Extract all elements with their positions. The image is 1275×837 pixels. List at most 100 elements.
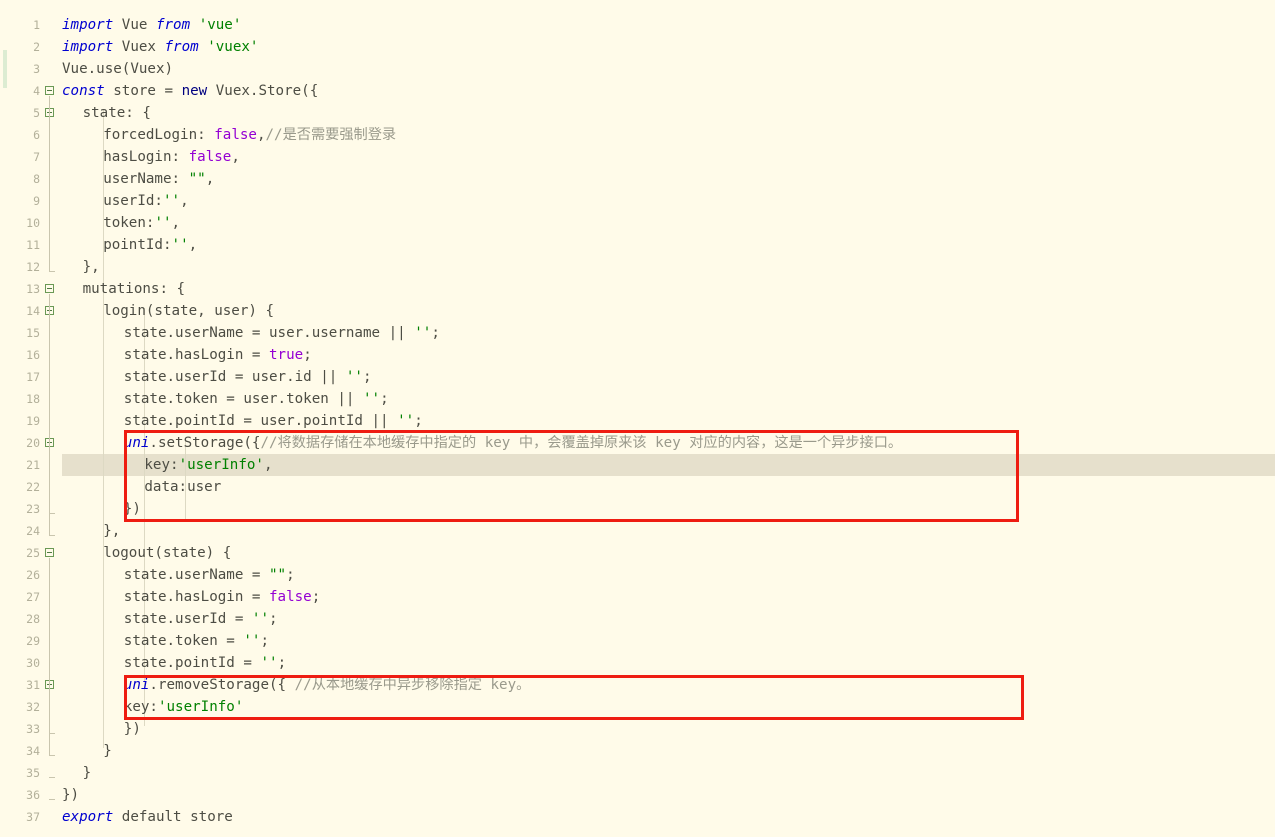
line-number: 7 bbox=[33, 150, 40, 164]
code-line[interactable]: state.pointId = user.pointId || ''; bbox=[62, 410, 1275, 432]
code-line[interactable]: state.userName = ""; bbox=[62, 564, 1275, 586]
code-token-ident: userName: bbox=[103, 171, 189, 187]
code-token-ident: state.pointId = user.pointId || bbox=[123, 413, 398, 429]
line-number: 26 bbox=[26, 568, 40, 582]
fold-end-icon bbox=[49, 777, 55, 778]
code-token-ident: }) bbox=[123, 501, 141, 517]
line-number: 37 bbox=[26, 810, 40, 824]
code-line[interactable]: uni.setStorage({//将数据存储在本地缓存中指定的 key 中，会… bbox=[62, 432, 1275, 454]
code-line[interactable]: }, bbox=[62, 256, 1275, 278]
code-token-kw: import bbox=[62, 39, 114, 55]
code-token-ident: state.hasLogin = bbox=[123, 589, 270, 605]
line-number: 13 bbox=[26, 282, 40, 296]
code-token-ident: }) bbox=[123, 721, 141, 737]
code-line[interactable]: hasLogin: false, bbox=[62, 146, 1275, 168]
code-line[interactable]: key:'userInfo', bbox=[62, 454, 1275, 476]
line-number: 11 bbox=[26, 238, 40, 252]
fold-region-line bbox=[49, 118, 50, 272]
fold-region-line bbox=[49, 690, 50, 734]
editor-gutter[interactable]: 1 2 3 4 5 6 7 8 9 10 11 12 13 14 15 16 17 18 19 20 21 22 23 24 2… bbox=[9, 0, 62, 837]
code-line[interactable]: } bbox=[62, 740, 1275, 762]
line-number: 1 bbox=[33, 18, 40, 32]
line-number: 34 bbox=[26, 744, 40, 758]
code-token-punc: ; bbox=[269, 611, 278, 627]
line-number: 10 bbox=[26, 216, 40, 230]
code-token-punc: ; bbox=[380, 391, 389, 407]
code-token-cmt: //将数据存储在本地缓存中指定的 key 中，会覆盖掉原来该 key 对应的内容… bbox=[260, 435, 903, 451]
code-token-str: 'vuex' bbox=[207, 39, 259, 55]
code-line[interactable]: state: { bbox=[62, 102, 1275, 124]
code-token-ident: state.token = bbox=[123, 633, 244, 649]
code-line[interactable]: login(state, user) { bbox=[62, 300, 1275, 322]
code-token-unires: uni bbox=[123, 677, 150, 693]
code-line[interactable]: userId:'', bbox=[62, 190, 1275, 212]
code-line[interactable]: }, bbox=[62, 520, 1275, 542]
code-line[interactable]: export default store bbox=[62, 806, 1275, 828]
code-line[interactable]: uni.removeStorage({ //从本地缓存中异步移除指定 key。 bbox=[62, 674, 1275, 696]
code-token-str: 'userInfo' bbox=[178, 457, 264, 473]
code-line[interactable]: state.userId = ''; bbox=[62, 608, 1275, 630]
code-line[interactable]: }) bbox=[62, 498, 1275, 520]
code-token-str: '' bbox=[345, 369, 363, 385]
code-line[interactable]: forcedLogin: false,//是否需要强制登录 bbox=[62, 124, 1275, 146]
code-line[interactable]: state.token = user.token || ''; bbox=[62, 388, 1275, 410]
code-line[interactable]: import Vue from 'vue' bbox=[62, 14, 1275, 36]
code-line[interactable]: data:user bbox=[62, 476, 1275, 498]
code-token-punc: ; bbox=[286, 567, 295, 583]
line-number: 22 bbox=[26, 480, 40, 494]
code-token-ident: state.pointId = bbox=[123, 655, 261, 671]
fold-collapse-icon[interactable] bbox=[45, 548, 54, 557]
code-line[interactable]: token:'', bbox=[62, 212, 1275, 234]
line-number: 6 bbox=[33, 128, 40, 142]
code-token-ident: .removeStorage({ bbox=[149, 677, 295, 693]
code-token-ident: state.token = user.token || bbox=[123, 391, 363, 407]
code-token-punc: ; bbox=[260, 633, 270, 649]
code-token-ident: Vue.use(Vuex) bbox=[62, 61, 174, 77]
code-line[interactable]: }) bbox=[62, 718, 1275, 740]
code-token-unires: uni bbox=[123, 435, 150, 451]
line-number: 27 bbox=[26, 590, 40, 604]
code-line[interactable]: state.pointId = ''; bbox=[62, 652, 1275, 674]
code-token-str: '' bbox=[362, 391, 381, 407]
fold-collapse-icon[interactable] bbox=[45, 284, 54, 293]
code-token-str: '' bbox=[162, 193, 181, 209]
code-line[interactable]: mutations: { bbox=[62, 278, 1275, 300]
code-line[interactable]: state.userId = user.id || ''; bbox=[62, 366, 1275, 388]
code-token-str: '' bbox=[251, 611, 270, 627]
code-line[interactable]: state.userName = user.username || ''; bbox=[62, 322, 1275, 344]
code-line[interactable]: state.token = ''; bbox=[62, 630, 1275, 652]
code-token-ident: login(state, user) { bbox=[103, 303, 275, 319]
code-token-punc: , bbox=[205, 171, 215, 187]
code-line[interactable]: const store = new Vuex.Store({ bbox=[62, 80, 1275, 102]
code-line[interactable]: key:'userInfo' bbox=[62, 696, 1275, 718]
code-line[interactable]: pointId:'', bbox=[62, 234, 1275, 256]
line-number: 28 bbox=[26, 612, 40, 626]
code-token-ident: } bbox=[103, 743, 112, 759]
code-line[interactable]: logout(state) { bbox=[62, 542, 1275, 564]
fold-collapse-icon[interactable] bbox=[45, 86, 54, 95]
line-number: 17 bbox=[26, 370, 40, 384]
code-line[interactable]: state.hasLogin = true; bbox=[62, 344, 1275, 366]
code-token-ident: }, bbox=[82, 259, 100, 275]
code-line[interactable]: userName: "", bbox=[62, 168, 1275, 190]
code-token-punc: ; bbox=[362, 369, 372, 385]
code-token-kw: import bbox=[62, 17, 114, 33]
code-editor[interactable]: 1 2 3 4 5 6 7 8 9 10 11 12 13 14 15 16 17 18 19 20 21 22 23 24 2… bbox=[0, 0, 1275, 837]
vcs-change-marker[interactable] bbox=[3, 50, 7, 88]
line-number: 35 bbox=[26, 766, 40, 780]
line-number: 19 bbox=[26, 414, 40, 428]
code-token-punc: , bbox=[231, 149, 240, 165]
line-number: 25 bbox=[26, 546, 40, 560]
code-token-punc: , bbox=[256, 127, 266, 143]
code-line[interactable]: } bbox=[62, 762, 1275, 784]
code-content-area[interactable]: import Vue from 'vue' import Vuex from 'v… bbox=[62, 0, 1275, 837]
code-line[interactable]: state.hasLogin = false; bbox=[62, 586, 1275, 608]
code-line[interactable]: import Vuex from 'vuex' bbox=[62, 36, 1275, 58]
code-line[interactable]: }) bbox=[62, 784, 1275, 806]
code-token-punc: , bbox=[188, 237, 198, 253]
line-number: 20 bbox=[26, 436, 40, 450]
code-token-cmt: //从本地缓存中异步移除指定 key。 bbox=[294, 677, 531, 693]
code-token-ident: .setStorage({ bbox=[149, 435, 261, 451]
code-line[interactable]: Vue.use(Vuex) bbox=[62, 58, 1275, 80]
code-token-punc: , bbox=[171, 215, 181, 231]
